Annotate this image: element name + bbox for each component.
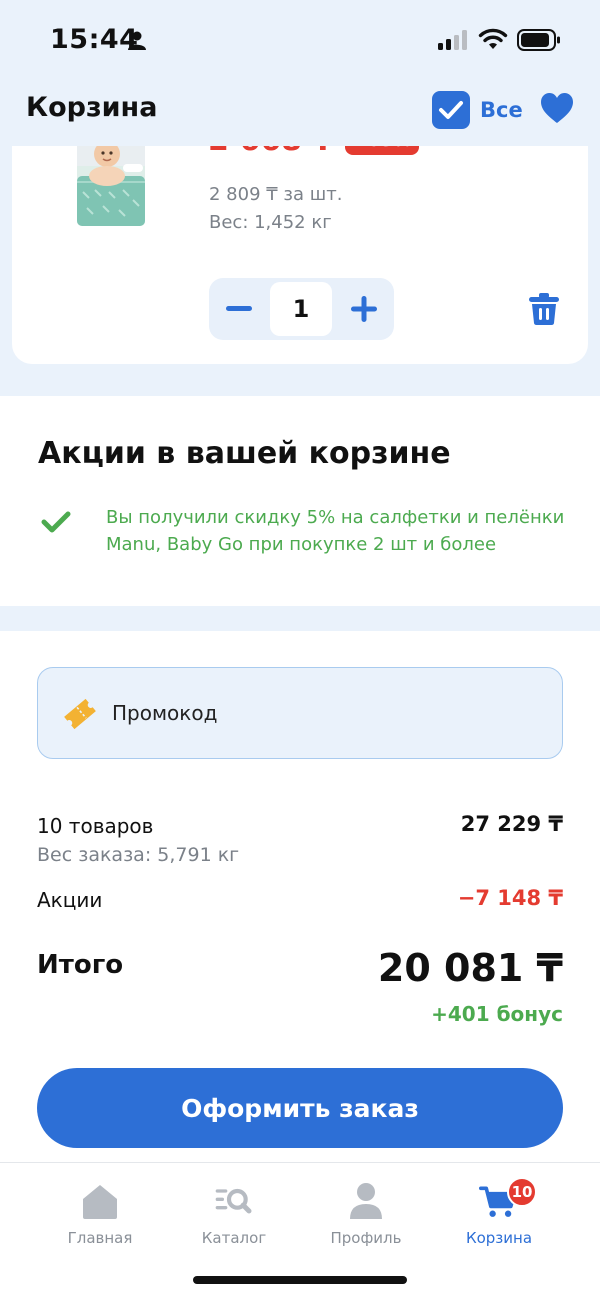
- increase-quantity-button[interactable]: [334, 278, 394, 340]
- minus-icon: [226, 306, 252, 311]
- home-indicator[interactable]: [193, 1276, 407, 1284]
- product-weight: Вес: 1,452 кг: [209, 212, 332, 233]
- checkbox-checked-icon[interactable]: [432, 91, 470, 129]
- favorites-heart-icon[interactable]: [540, 92, 574, 124]
- promotions-label: Акции: [37, 888, 103, 912]
- order-weight: Вес заказа: 5,791 кг: [37, 844, 240, 866]
- tab-catalog-label: Каталог: [201, 1229, 267, 1247]
- tab-home-label: Главная: [67, 1229, 133, 1247]
- items-count: 10 товаров: [37, 814, 154, 838]
- catalog-search-icon: [215, 1188, 252, 1214]
- ticket-icon: [64, 698, 96, 730]
- wifi-icon: [478, 28, 508, 49]
- product-price-row: 2 668 ₸ −53%: [208, 146, 420, 160]
- product-image[interactable]: [73, 146, 149, 226]
- profile-icon: [350, 1183, 382, 1219]
- tab-cart-label: Корзина: [465, 1229, 533, 1247]
- total-value: 20 081 ₸: [377, 946, 563, 990]
- discount-badge: −53%: [345, 146, 420, 155]
- product-unit-price: 2 809 ₸ за шт.: [209, 184, 343, 205]
- battery-icon: [517, 29, 560, 51]
- select-all-label: Все: [480, 98, 523, 122]
- promo-code-label: Промокод: [112, 701, 218, 725]
- checkout-button[interactable]: Оформить заказ: [37, 1068, 563, 1148]
- tab-catalog[interactable]: Каталог: [174, 1181, 294, 1251]
- quantity-stepper: 1: [209, 278, 394, 340]
- section-divider: [0, 606, 600, 631]
- total-label: Итого: [37, 950, 124, 980]
- cart-product-card: 2 668 ₸ −53% 2 809 ₸ за шт. Вес: 1,452 к…: [12, 146, 588, 364]
- page-title: Корзина: [26, 92, 158, 123]
- promotion-applied-text: Вы получили скидку 5% на салфетки и пелё…: [106, 507, 565, 555]
- status-bar: 15:44: [0, 0, 600, 80]
- tab-home[interactable]: Главная: [40, 1181, 160, 1251]
- bonus-points: +401 бонус: [431, 1002, 563, 1026]
- plus-icon: [351, 296, 377, 322]
- checkmark-icon: [41, 511, 71, 533]
- items-total: 27 229 ₸: [460, 812, 563, 836]
- quantity-value[interactable]: 1: [270, 282, 332, 336]
- cellular-signal-icon: [438, 30, 467, 50]
- tab-profile[interactable]: Профиль: [306, 1181, 426, 1251]
- status-time: 15:44: [50, 24, 139, 55]
- tab-profile-label: Профиль: [330, 1229, 402, 1247]
- promotions-title: Акции в вашей корзине: [38, 436, 451, 471]
- select-all-toggle[interactable]: Все: [432, 90, 523, 130]
- promotions-discount: −7 148 ₸: [457, 886, 563, 910]
- decrease-quantity-button[interactable]: [209, 278, 269, 340]
- product-price: 2 668 ₸: [208, 146, 333, 158]
- cart-count-badge: 10: [507, 1177, 537, 1207]
- tab-cart[interactable]: Корзина 10: [439, 1177, 559, 1251]
- person-icon: [128, 31, 146, 50]
- home-icon: [83, 1185, 117, 1219]
- trash-icon[interactable]: [528, 292, 560, 326]
- promo-code-field[interactable]: Промокод: [37, 667, 563, 759]
